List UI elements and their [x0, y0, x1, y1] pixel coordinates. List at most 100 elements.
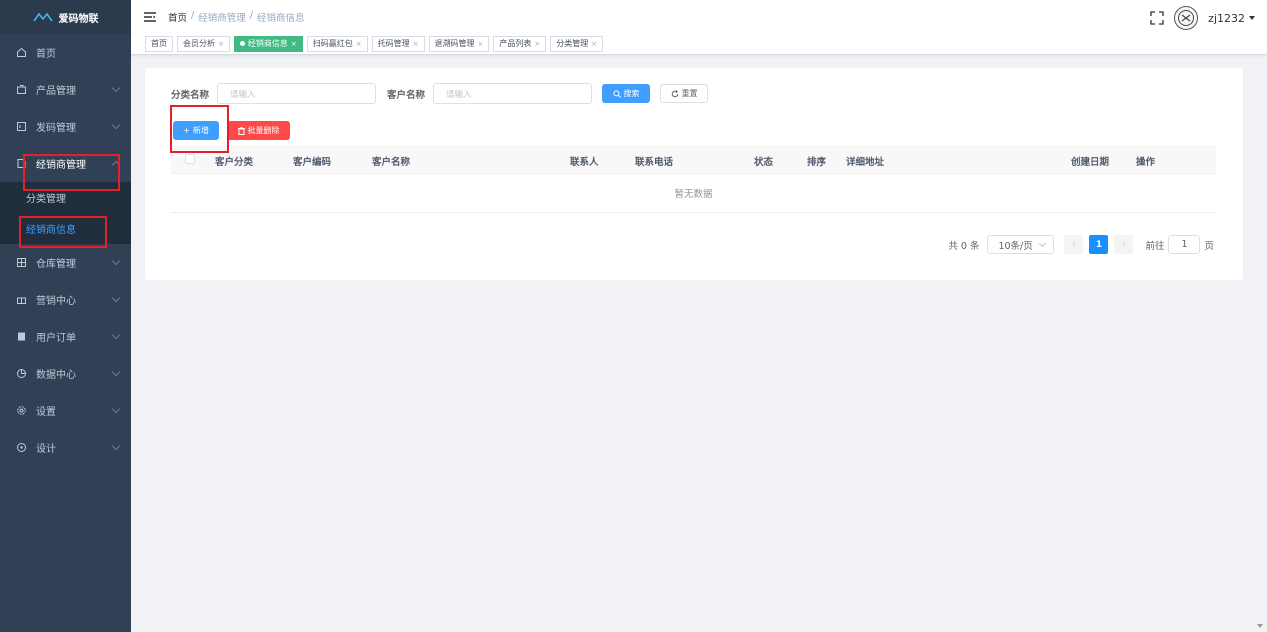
hamburger-icon[interactable] — [144, 11, 156, 22]
tag-trace-code[interactable]: 退溯码管理 × — [428, 35, 490, 52]
close-icon[interactable]: × — [591, 40, 597, 48]
chevron-down-icon — [111, 404, 121, 414]
avatar[interactable] — [1174, 6, 1199, 30]
annotation-highlight — [19, 216, 107, 248]
column-header[interactable]: 联系人 — [570, 154, 599, 168]
tag-label: 分类管理 — [556, 39, 589, 48]
chevron-left-icon: ‹ — [1072, 239, 1076, 250]
sidebar-item-data-center[interactable]: 数据中心 — [0, 355, 131, 392]
breadcrumb-dealer-info: 经销商信息 — [256, 12, 305, 24]
tag-label: 托码管理 — [377, 39, 410, 48]
column-header[interactable]: 客户编码 — [293, 154, 331, 168]
search-button-label: 搜索 — [623, 89, 640, 98]
breadcrumb-home[interactable]: 首页 — [168, 10, 187, 24]
column-header[interactable]: 详细地址 — [846, 154, 884, 168]
order-icon — [16, 331, 27, 342]
top-header: 首页 / 经销商管理 / 经销商信息 zj1232 — [131, 0, 1267, 33]
select-all-checkbox[interactable] — [185, 154, 195, 164]
sidebar-item-marketing[interactable]: 营销中心 — [0, 281, 131, 318]
sidebar-item-label: 产品管理 — [36, 86, 76, 97]
category-placeholder: 请输入 — [230, 89, 256, 100]
next-page-button[interactable]: › — [1114, 235, 1134, 254]
sidebar-item-label: 仓库管理 — [36, 259, 76, 270]
breadcrumb-separator: / — [249, 9, 253, 21]
sidebar-item-warehouse[interactable]: 仓库管理 — [0, 244, 131, 281]
page-size-value: 10条/页 — [998, 240, 1033, 252]
sidebar-item-label: 设计 — [36, 444, 56, 455]
sidebar-item-label: 营销中心 — [36, 296, 76, 307]
page-number-button[interactable]: 1 — [1089, 235, 1109, 254]
tag-member-analysis[interactable]: 会员分析 × — [177, 35, 230, 52]
close-icon[interactable]: × — [356, 40, 362, 48]
header-right: zj1232 — [1150, 6, 1255, 30]
column-header[interactable]: 创建日期 — [1071, 154, 1109, 168]
page-size-select[interactable]: 10条/页 — [987, 235, 1055, 254]
category-input[interactable]: 请输入 — [217, 83, 377, 104]
close-icon[interactable]: × — [534, 40, 540, 48]
chevron-down-icon — [111, 367, 121, 377]
chevron-down-icon — [111, 293, 121, 303]
chevron-down-icon — [111, 256, 121, 266]
caret-down-icon[interactable] — [1249, 16, 1255, 20]
tag-category[interactable]: 分类管理 × — [550, 35, 604, 52]
tag-product-list[interactable]: 产品列表 × — [493, 35, 547, 52]
sidebar-item-products[interactable]: 产品管理 — [0, 71, 131, 108]
box-icon — [16, 84, 27, 95]
tags-view: 首页 会员分析 × 经销商信息 × 扫码赢红包 × 托码管理 × 退溯码管理 ×… — [131, 33, 1267, 55]
logo-text: 爱码物联 — [58, 13, 99, 25]
column-header[interactable]: 客户名称 — [372, 154, 410, 168]
sidebar-item-label: 首页 — [36, 49, 56, 60]
batch-delete-button[interactable]: 批量删除 — [227, 121, 290, 140]
column-header[interactable]: 操作 — [1136, 154, 1155, 168]
breadcrumb: 首页 / 经销商管理 / 经销商信息 — [168, 10, 304, 24]
page-suffix: 页 — [1204, 240, 1214, 252]
sidebar-item-code-issue[interactable]: 发码管理 — [0, 108, 131, 145]
sidebar-item-design[interactable]: 设计 — [0, 429, 131, 466]
close-icon[interactable]: × — [291, 40, 297, 48]
goto-page-input[interactable]: 1 — [1168, 235, 1201, 254]
gear-icon — [16, 405, 27, 416]
chevron-right-icon: › — [1122, 239, 1126, 250]
username[interactable]: zj1232 — [1208, 12, 1245, 25]
reset-button[interactable]: 重置 — [660, 84, 709, 103]
tag-home[interactable]: 首页 — [145, 35, 173, 52]
sidebar-item-user-orders[interactable]: 用户订单 — [0, 318, 131, 355]
sidebar-item-home[interactable]: 首页 — [0, 34, 131, 71]
tag-scan-red-packet[interactable]: 扫码赢红包 × — [306, 35, 368, 52]
column-header[interactable]: 客户分类 — [215, 154, 253, 168]
code-icon — [16, 121, 27, 132]
search-form: 分类名称 请输入 客户名称 请输入 搜索 重置 — [171, 83, 709, 104]
chevron-down-icon — [111, 83, 121, 93]
annotation-highlight — [23, 154, 120, 191]
fullscreen-icon[interactable] — [1150, 11, 1164, 25]
sidebar-item-settings[interactable]: 设置 — [0, 392, 131, 429]
prev-page-button[interactable]: ‹ — [1064, 235, 1084, 254]
search-button[interactable]: 搜索 — [602, 84, 651, 103]
chevron-down-icon — [111, 120, 121, 130]
column-header[interactable]: 联系电话 — [635, 154, 673, 168]
sidebar-item-label: 用户订单 — [36, 333, 76, 344]
trash-icon — [237, 126, 245, 135]
sidebar-item-label: 发码管理 — [36, 123, 76, 134]
tag-pallet-code[interactable]: 托码管理 × — [371, 35, 425, 52]
tag-dealer-info[interactable]: 经销商信息 × — [233, 35, 303, 52]
column-header[interactable]: 状态 — [754, 154, 773, 168]
chevron-down-icon — [1039, 239, 1047, 248]
close-icon[interactable]: × — [413, 40, 419, 48]
close-icon[interactable]: × — [218, 40, 224, 48]
chevron-down-icon — [111, 330, 121, 340]
refresh-icon — [671, 89, 678, 97]
annotation-highlight — [170, 105, 229, 153]
customer-placeholder: 请输入 — [446, 89, 472, 100]
warehouse-icon — [16, 257, 27, 268]
goto-label: 前往 — [1145, 240, 1165, 252]
scroll-down-icon[interactable] — [1257, 624, 1263, 628]
home-icon — [16, 47, 27, 58]
reset-button-label: 重置 — [681, 89, 698, 98]
gift-icon — [16, 294, 27, 305]
column-header[interactable]: 排序 — [807, 154, 826, 168]
category-label: 分类名称 — [171, 89, 210, 101]
close-icon[interactable]: × — [478, 40, 484, 48]
customer-name-input[interactable]: 请输入 — [433, 83, 593, 104]
logo[interactable]: 爱码物联 — [0, 0, 131, 34]
